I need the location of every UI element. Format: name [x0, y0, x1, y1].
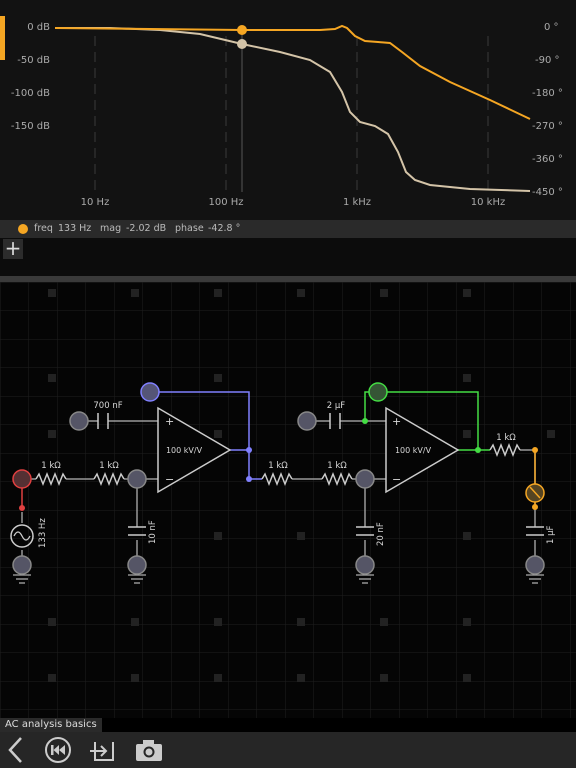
- x-axis-label: 100 Hz: [208, 197, 244, 208]
- ground-node: [127, 555, 147, 575]
- r5-label: 1 kΩ: [496, 433, 516, 443]
- node: [69, 411, 89, 431]
- opamp2-gain-label: 100 kV/V: [395, 446, 432, 455]
- circuit-canvas[interactable]: 1 kΩ 1 kΩ 700 nF 10 nF + − 100 kV/V 133 …: [0, 282, 576, 718]
- phase-curve: [55, 27, 531, 192]
- r2-label: 1 kΩ: [99, 461, 119, 471]
- source-node: [12, 469, 32, 489]
- freq-label: freq: [34, 223, 53, 234]
- feedback-node-1: [140, 382, 160, 402]
- r1-label: 1 kΩ: [41, 461, 61, 471]
- right-axis-label: -450 °: [532, 187, 563, 198]
- magnitude-cursor-point: [237, 25, 247, 35]
- camera-icon[interactable]: [134, 736, 164, 764]
- trace-bar: [0, 238, 576, 276]
- bottom-toolbar: [0, 732, 576, 768]
- opamp2-plus: +: [392, 415, 401, 428]
- r4-label: 1 kΩ: [327, 461, 347, 471]
- c3-label: 2 µF: [327, 401, 346, 411]
- left-axis-label: 0 dB: [27, 22, 50, 33]
- add-trace-button[interactable]: +: [3, 238, 23, 259]
- bode-plot-panel[interactable]: 0 dB -50 dB -100 dB -150 dB 0 ° -90 ° -1…: [0, 0, 576, 220]
- opamp1-minus: −: [165, 473, 174, 486]
- phase-label: phase: [175, 223, 204, 234]
- c5-label: 1 µF: [546, 525, 556, 544]
- left-axis-label: -150 dB: [10, 121, 50, 132]
- x-axis-label: 10 Hz: [80, 197, 110, 208]
- mag-label: mag: [100, 223, 122, 234]
- opamp1-plus: +: [165, 415, 174, 428]
- ground-node: [355, 555, 375, 575]
- magnitude-curve: [54, 24, 531, 120]
- bode-plot[interactable]: [0, 0, 576, 220]
- node: [127, 469, 147, 489]
- c2-label: 10 nF: [148, 520, 158, 544]
- r3-label: 1 kΩ: [268, 461, 288, 471]
- rewind-icon[interactable]: [44, 736, 72, 764]
- chevron-left-icon[interactable]: [4, 736, 26, 764]
- feedback-node-2: [368, 382, 388, 402]
- x-axis-label: 10 kHz: [470, 197, 506, 208]
- right-axis-label: -360 °: [532, 154, 563, 165]
- trace-color-dot[interactable]: [18, 224, 28, 234]
- node: [355, 469, 375, 489]
- source-freq-label: 133 Hz: [38, 518, 48, 548]
- right-axis-label: -270 °: [532, 121, 563, 132]
- ground-node: [12, 555, 32, 575]
- opamp1-gain-label: 100 kV/V: [166, 446, 203, 455]
- phase-cursor-point: [237, 39, 247, 49]
- export-icon[interactable]: [88, 736, 118, 764]
- node: [297, 411, 317, 431]
- right-axis-label: 0 °: [544, 22, 559, 33]
- c4-label: 20 nF: [376, 522, 386, 546]
- right-axis-label: -180 °: [532, 88, 563, 99]
- right-axis-label: -90 °: [535, 55, 560, 66]
- opamp2-minus: −: [392, 473, 401, 486]
- cursor-readout: freq 133 Hz mag -2.02 dB phase -42.8 °: [0, 220, 576, 238]
- left-axis-label: -50 dB: [17, 55, 50, 66]
- c1-label: 700 nF: [93, 401, 122, 411]
- phase-value: -42.8 °: [208, 223, 241, 234]
- x-axis-label: 1 kHz: [342, 197, 372, 208]
- left-axis-label: -100 dB: [10, 88, 50, 99]
- mag-value: -2.02 dB: [126, 223, 167, 234]
- freq-value: 133 Hz: [58, 223, 92, 234]
- ground-node: [525, 555, 545, 575]
- circuit-name-label: AC analysis basics: [0, 718, 102, 732]
